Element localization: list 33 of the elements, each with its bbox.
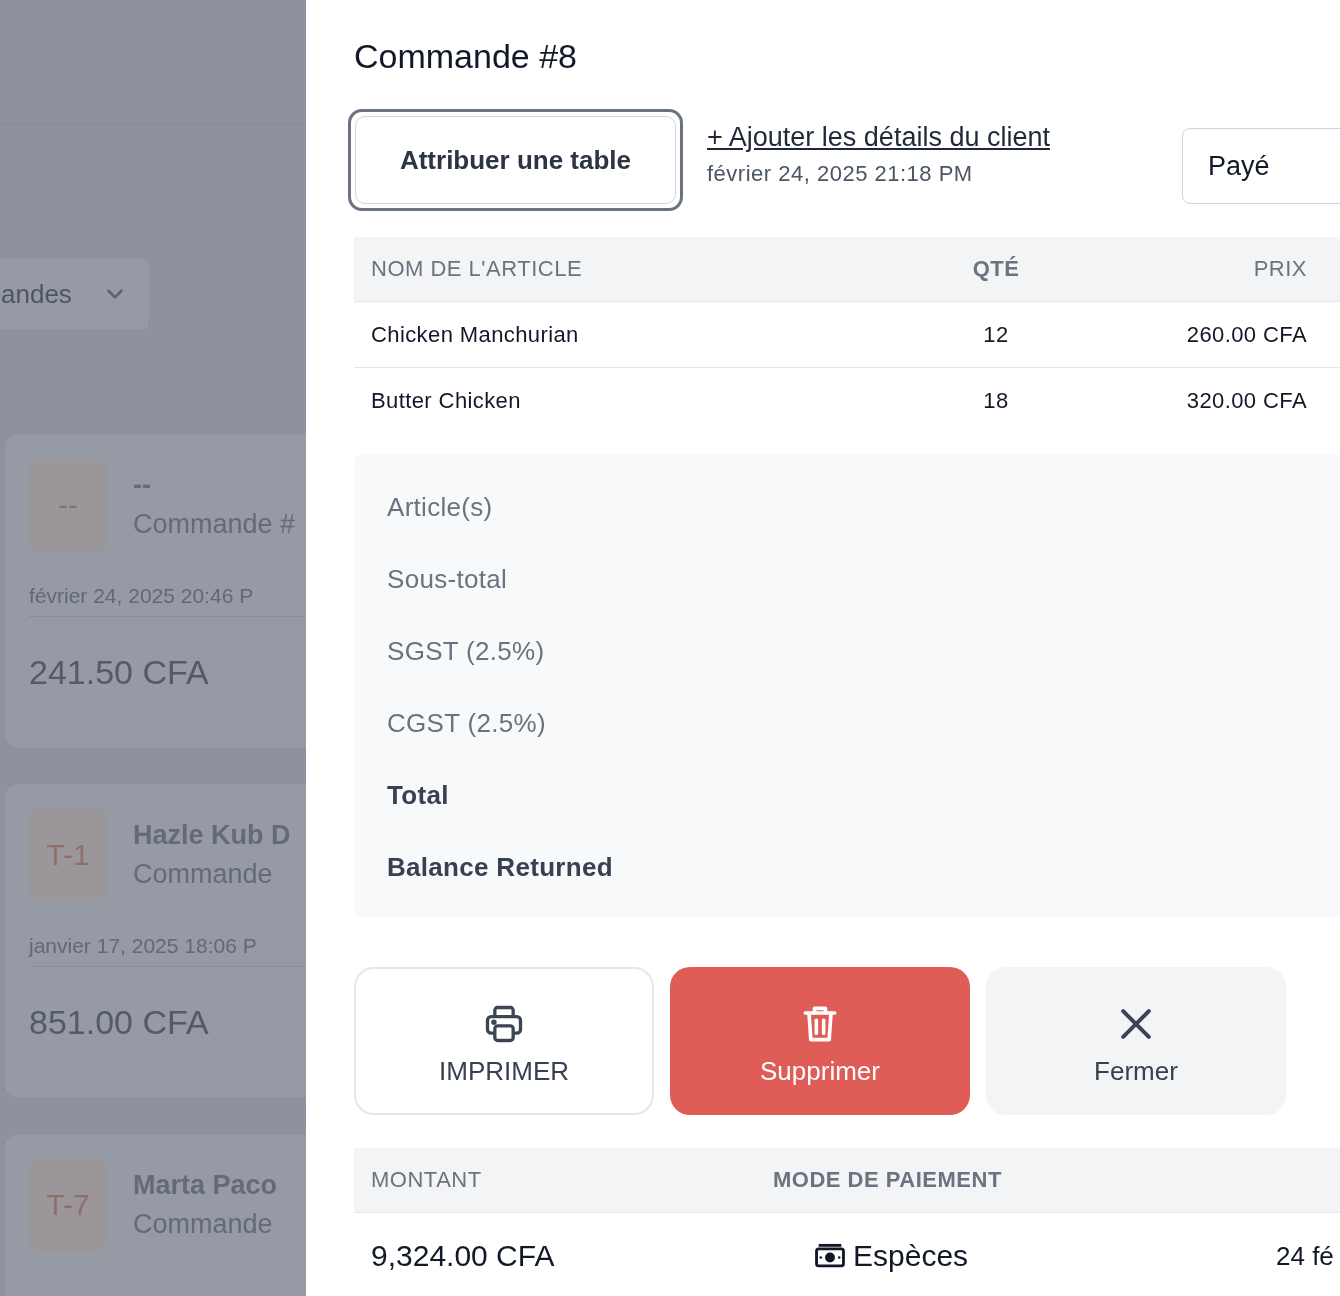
table-cell: Espèces: [853, 1239, 969, 1273]
table-cell-text: 18: [982, 387, 1010, 414]
dropdown-label: andes: [1, 278, 72, 310]
print-button[interactable]: IMPRIMER: [354, 967, 654, 1115]
delete-button[interactable]: Supprimer: [670, 967, 970, 1115]
table-cell-text: 260.00 CFA: [1185, 321, 1307, 348]
order-date: février 24, 2025 21:18 PM: [707, 160, 974, 187]
table-cell-text: Butter Chicken: [371, 387, 522, 414]
summary-label: Total: [387, 779, 449, 811]
table-cell-text: 320.00 CFA: [1185, 387, 1307, 414]
table-cell-text: 12: [982, 321, 1010, 348]
summary-label: CGST (2.5%): [387, 707, 546, 739]
column-header: MONTANT: [371, 1167, 483, 1193]
order-amount: 241.50 CFA: [29, 653, 210, 692]
column-header: NOM DE L'ARTICLE: [371, 256, 584, 282]
column-header: MODE DE PAIEMENT: [773, 1167, 1003, 1193]
table-cell-text: Chicken Manchurian: [371, 321, 580, 348]
summary-label: Article(s): [387, 491, 493, 523]
order-title: Commande #8: [354, 36, 578, 76]
table-badge: --: [29, 458, 107, 552]
column-header: QTÉ: [971, 256, 1021, 282]
column-header: PRIX: [1252, 256, 1307, 282]
add-customer-link[interactable]: + Ajouter les détails du client: [707, 121, 1050, 153]
summary-label: SGST (2.5%): [387, 635, 545, 667]
table-cell-text: 24 fé: [1276, 1240, 1335, 1272]
close-button[interactable]: Fermer: [986, 967, 1286, 1115]
assign-table-button[interactable]: Attribuer une table: [355, 116, 676, 204]
summary-label: Balance Returned: [387, 851, 613, 883]
paid-status-button[interactable]: Payé: [1181, 128, 1340, 204]
summary-label: Sous-total: [387, 563, 508, 595]
order-amount: 851.00 CFA: [29, 1003, 210, 1042]
customer-name: --: [133, 470, 152, 501]
table-cell-text: 9,324.00 CFA: [371, 1239, 556, 1273]
